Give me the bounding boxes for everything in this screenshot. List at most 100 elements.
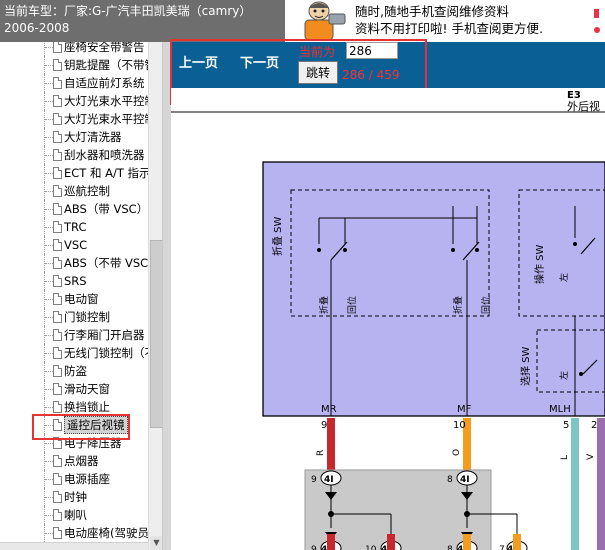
tree-connector-line bbox=[45, 65, 53, 66]
tree-connector-line bbox=[45, 83, 53, 84]
tree-item[interactable]: 时钟 bbox=[0, 488, 150, 506]
tree-item[interactable]: ABS（带 VSC） bbox=[0, 200, 150, 218]
tree-item[interactable]: 大灯光束水平控制 bbox=[0, 92, 150, 110]
tree-item[interactable]: TRC bbox=[0, 218, 150, 236]
tree-connector-line bbox=[45, 263, 53, 264]
wire-color-r: R bbox=[316, 450, 326, 456]
wire-color-v: V bbox=[586, 453, 596, 460]
junction-top-num-1: 9 bbox=[311, 475, 317, 485]
tree-connector-line bbox=[45, 245, 53, 246]
tree-scrollbar-thumb[interactable] bbox=[150, 240, 162, 428]
tree-item-label: 大灯光束水平控制 bbox=[64, 94, 150, 108]
tree-item-label: 电动座椅(驾驶员侧 bbox=[64, 526, 150, 540]
tree-item-label: 点烟器 bbox=[64, 454, 99, 468]
tree-item[interactable]: 喇叭 bbox=[0, 506, 150, 524]
pin-label-mlh: MLH bbox=[549, 404, 571, 415]
junction-bottom-num-4: 7 bbox=[499, 545, 505, 550]
wiring-diagram-page[interactable]: E3 外后视 折叠 SW 折叠 回位 折叠 回位 操作 SW 左 选择 SW 左… bbox=[171, 88, 605, 550]
tree-item[interactable]: 巡航控制 bbox=[0, 182, 150, 200]
tree-item-label: 座椅安全带警告 bbox=[64, 42, 145, 54]
tree-item[interactable]: 大灯光束水平控制 bbox=[0, 110, 150, 128]
document-icon bbox=[53, 185, 62, 197]
tree-item[interactable]: 大灯清洗器 bbox=[0, 128, 150, 146]
mechanic-mascot-icon bbox=[304, 1, 346, 41]
tree-scrollbar[interactable]: ▼ bbox=[148, 42, 162, 550]
return-label-2: 回位 bbox=[480, 296, 492, 314]
tree-item[interactable]: SRS bbox=[0, 272, 150, 290]
tree-item-label: 电动窗 bbox=[64, 292, 99, 306]
car-model-title: 当前车型：厂家:G-广汽丰田凯美瑞（camry） bbox=[4, 4, 252, 18]
tree-item-label: SRS bbox=[64, 274, 87, 288]
document-icon bbox=[53, 95, 62, 107]
tree-connector-line bbox=[45, 461, 53, 462]
tree-item[interactable]: 电源插座 bbox=[0, 470, 150, 488]
document-icon bbox=[53, 509, 62, 521]
document-icon bbox=[53, 347, 62, 359]
document-icon bbox=[53, 113, 62, 125]
document-icon bbox=[53, 221, 62, 233]
junction-bottom-num-2: 10 bbox=[365, 545, 377, 550]
pin-number-10: 10 bbox=[453, 420, 466, 431]
document-icon bbox=[53, 455, 62, 467]
tree-connector-line bbox=[45, 317, 53, 318]
tree-item[interactable]: 点烟器 bbox=[0, 452, 150, 470]
tree-item-label: 门锁控制 bbox=[64, 310, 110, 324]
car-model-years: 2006-2008 bbox=[4, 21, 70, 35]
tree-item[interactable]: 电动窗 bbox=[0, 290, 150, 308]
junction-top-2: 4I bbox=[460, 475, 470, 485]
tree-item[interactable]: 钥匙提醒（不带智 bbox=[0, 56, 150, 74]
tree-item[interactable]: 行李厢门开启器 bbox=[0, 326, 150, 344]
tree-connector-line bbox=[45, 137, 53, 138]
fold-sw-label: 折叠 SW bbox=[271, 216, 284, 256]
tree-connector-line bbox=[45, 407, 53, 408]
document-icon bbox=[53, 203, 62, 215]
tree-item-label: 行李厢门开启器 bbox=[64, 328, 145, 342]
tree-connector-line bbox=[45, 155, 53, 156]
wire-color-l: L bbox=[560, 455, 570, 460]
tree-item[interactable]: ABS（不带 VSC bbox=[0, 254, 150, 272]
ad-line-1: 随时,随地手机查阅维修资料 bbox=[355, 4, 509, 19]
mobile-ad-banner[interactable]: 随时,随地手机查阅维修资料 资料不用打印啦! 手机查阅更方便. bbox=[285, 0, 605, 42]
selected-item-highlight bbox=[32, 414, 130, 440]
tree-connector-line bbox=[45, 371, 53, 372]
fold-label-1: 折叠 bbox=[318, 296, 330, 314]
wire-teal bbox=[571, 418, 579, 550]
document-icon bbox=[53, 527, 62, 539]
tree-item-label: 滑动天窗 bbox=[64, 382, 110, 396]
tree-item-label: 钥匙提醒（不带智 bbox=[64, 58, 150, 72]
tree-item-label: VSC bbox=[64, 238, 88, 252]
tree-item[interactable]: VSC bbox=[0, 236, 150, 254]
junction-top-num-2: 8 bbox=[447, 475, 453, 485]
tree-item[interactable]: 滑动天窗 bbox=[0, 380, 150, 398]
wiring-diagram: E3 外后视 折叠 SW 折叠 回位 折叠 回位 操作 SW 左 选择 SW 左… bbox=[171, 90, 605, 550]
tree-item[interactable]: ECT 和 A/T 指示 bbox=[0, 164, 150, 182]
operation-sw-label: 操作 SW bbox=[533, 244, 546, 284]
tree-horizontal-scrollbar[interactable] bbox=[0, 542, 148, 550]
tree-connector-line bbox=[45, 209, 53, 210]
tree-connector-line bbox=[45, 497, 53, 498]
tree-item[interactable]: 电动座椅(驾驶员侧 bbox=[0, 524, 150, 542]
tree-item[interactable]: 刮水器和喷洗器 bbox=[0, 146, 150, 164]
tree-connector-line bbox=[45, 335, 53, 336]
tree-list: 座椅安全带警告 钥匙提醒（不带智 自适应前灯系统 大灯光束水平控制 大灯光束水平控制 大灯… bbox=[0, 42, 150, 542]
document-icon bbox=[53, 149, 62, 161]
tree-connector-line bbox=[45, 281, 53, 282]
select-sw-label: 选择 SW bbox=[519, 346, 532, 386]
tree-item[interactable]: 座椅安全带警告 bbox=[0, 42, 150, 56]
scroll-down-arrow-icon[interactable]: ▼ bbox=[150, 536, 162, 550]
document-icon bbox=[53, 77, 62, 89]
connector-title: 外后视 bbox=[567, 99, 600, 113]
document-icon bbox=[53, 257, 62, 269]
tree-item[interactable]: 自适应前灯系统 bbox=[0, 74, 150, 92]
junction-bottom-num-3: 8 bbox=[447, 545, 453, 550]
tree-item[interactable]: 无线门锁控制（不 bbox=[0, 344, 150, 362]
tree-item[interactable]: 门锁控制 bbox=[0, 308, 150, 326]
document-icon bbox=[53, 42, 62, 53]
ad-line-2: 资料不用打印啦! 手机查阅更方便. bbox=[355, 21, 543, 36]
tree-connector-line bbox=[45, 389, 53, 390]
section-tree[interactable]: 座椅安全带警告 钥匙提醒（不带智 自适应前灯系统 大灯光束水平控制 大灯光束水平控制 大灯… bbox=[0, 42, 163, 550]
tree-item[interactable]: 防盗 bbox=[0, 362, 150, 380]
return-label-1: 回位 bbox=[346, 296, 358, 314]
tree-connector-line bbox=[45, 191, 53, 192]
document-icon bbox=[53, 131, 62, 143]
